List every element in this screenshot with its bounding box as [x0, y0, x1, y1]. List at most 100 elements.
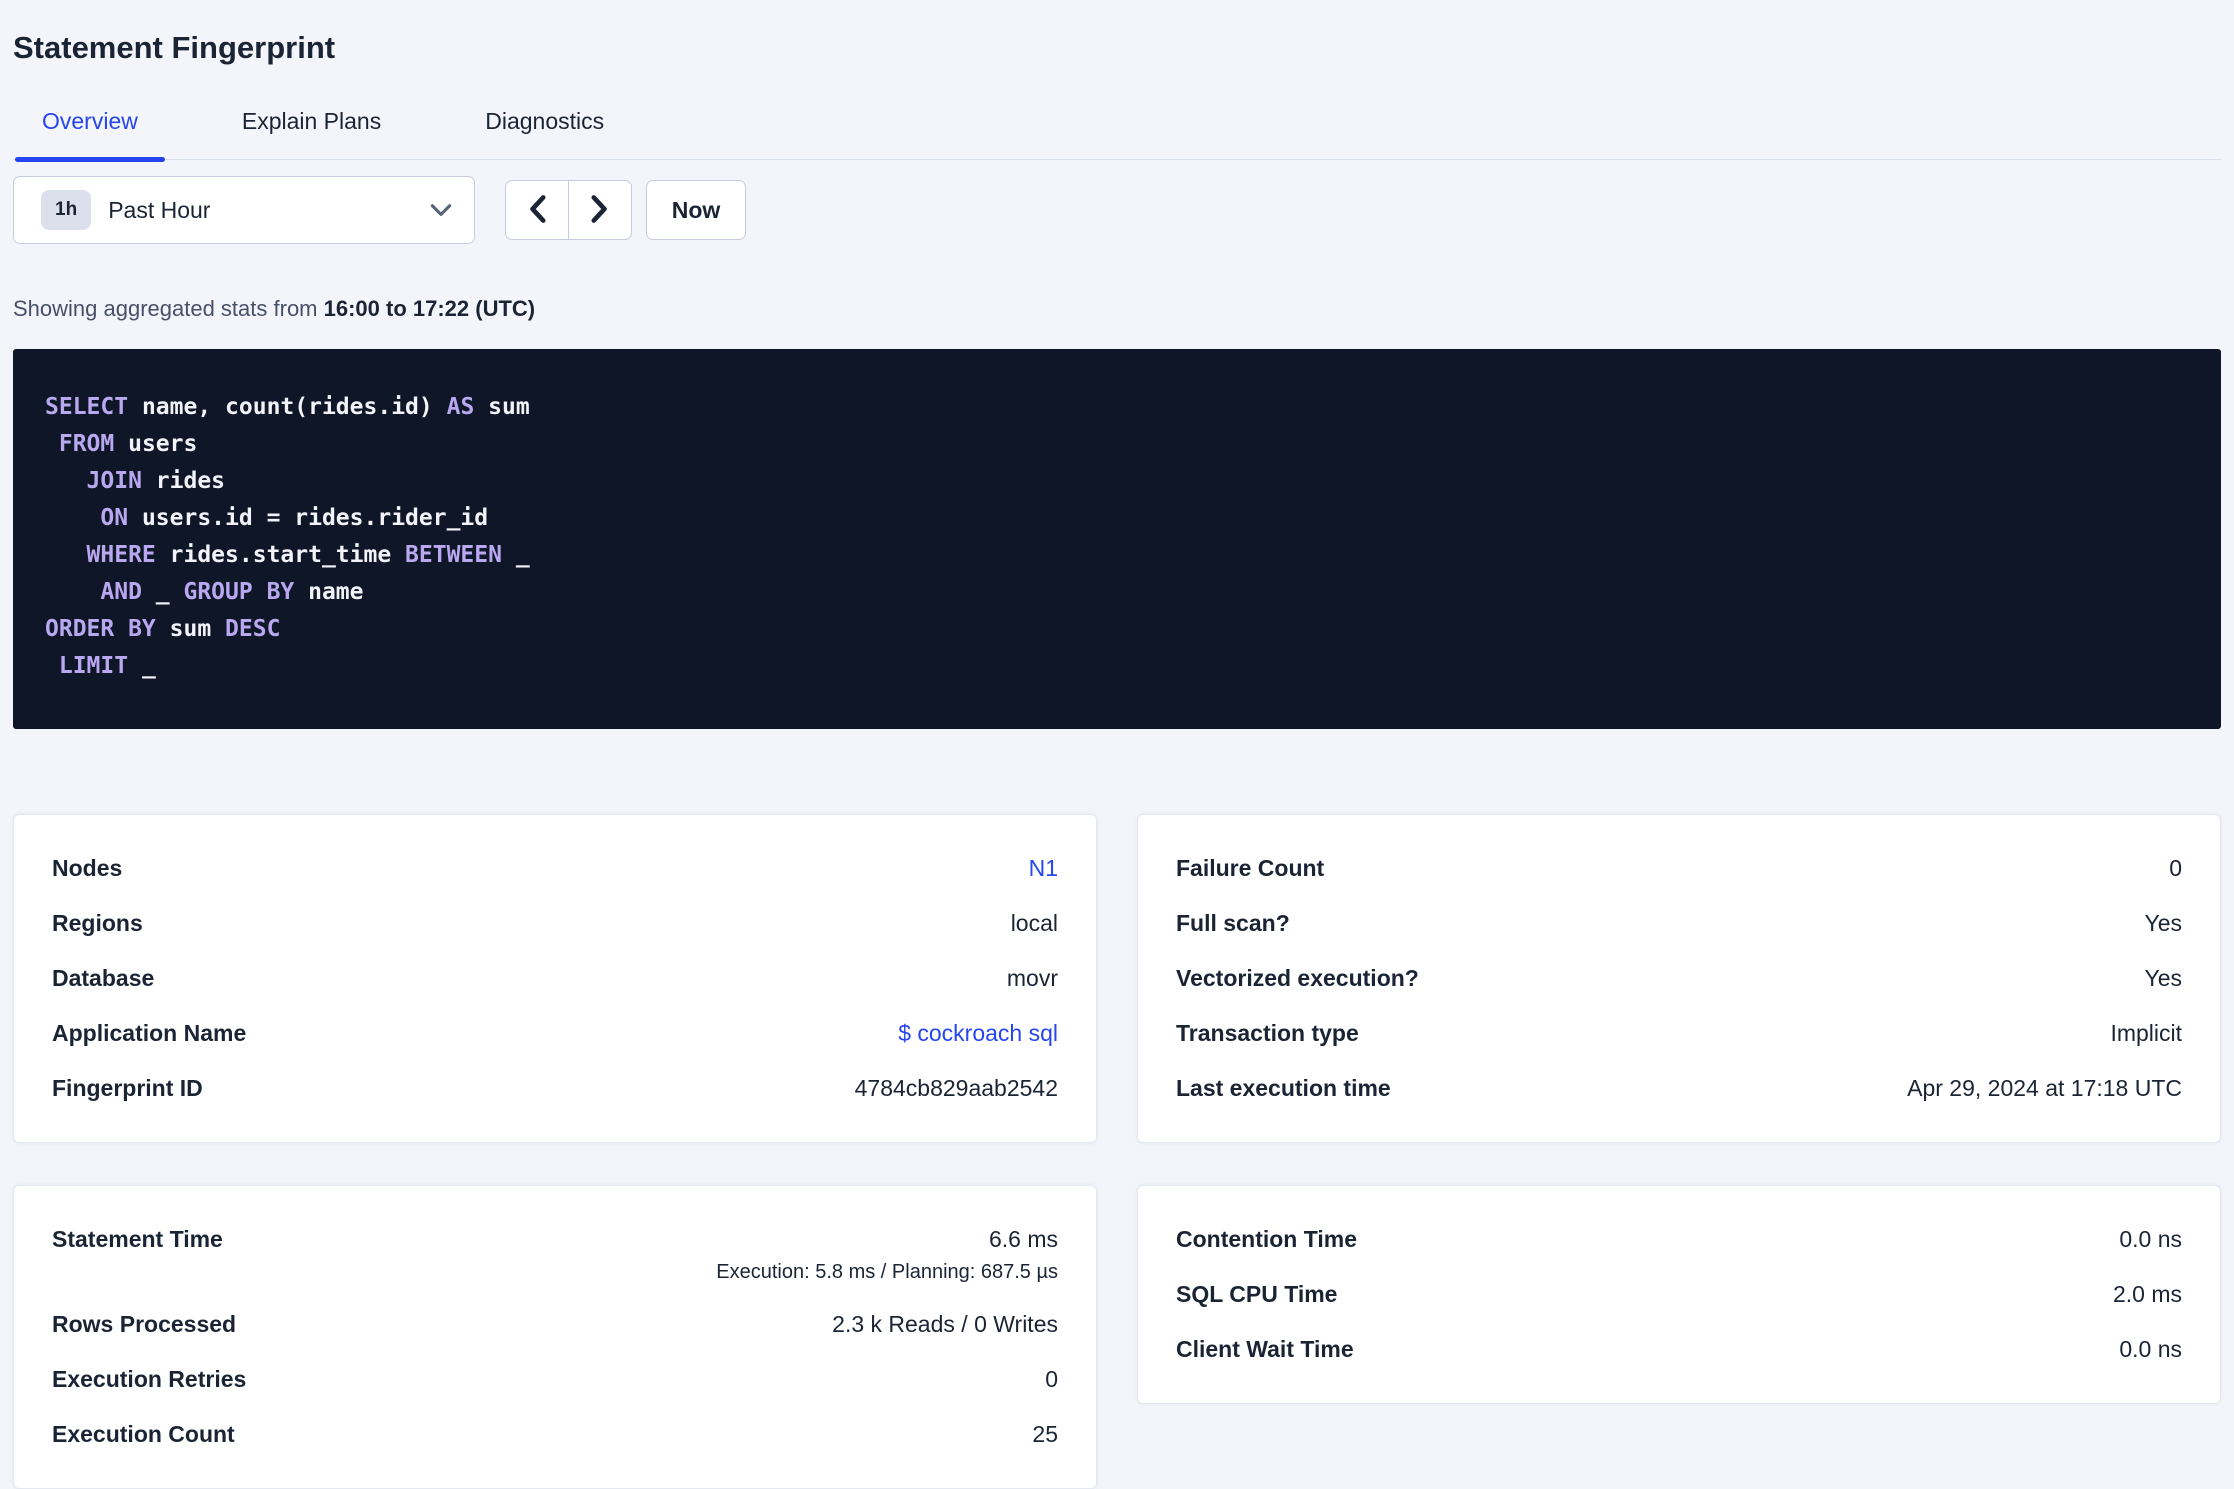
stat-row: Nodes N1: [52, 841, 1058, 896]
stat-label: Database: [52, 965, 155, 991]
stat-label: Last execution time: [1176, 1075, 1391, 1101]
stat-row: Contention Time 0.0 ns: [1176, 1212, 2182, 1267]
stat-value: 0: [2169, 855, 2182, 881]
sql-code-line: ORDER BY sum DESC: [45, 616, 281, 642]
stat-value-wrap: $ cockroach sql: [898, 1020, 1058, 1047]
time-range-select[interactable]: 1h Past Hour: [13, 176, 475, 244]
stat-value: Yes: [2144, 910, 2182, 936]
stat-label: Nodes: [52, 855, 123, 881]
sql-code-line: AND _ GROUP BY name: [100, 579, 364, 605]
caption-prefix: Showing aggregated stats from: [13, 296, 324, 321]
stat-value: 25: [1032, 1421, 1058, 1447]
stat-value: movr: [1006, 965, 1058, 991]
stat-value-wrap: 4784cb829aab2542: [855, 1075, 1058, 1102]
stat-label: Execution Retries: [52, 1366, 247, 1392]
chevron-right-icon: [588, 193, 612, 228]
stat-value-wrap: Implicit: [2110, 1020, 2182, 1047]
sql-code-line: WHERE rides.start_time BETWEEN _: [86, 542, 530, 568]
time-range-label: Past Hour: [108, 196, 211, 223]
stat-label: Fingerprint ID: [52, 1075, 203, 1101]
stat-value-wrap: 6.6 ms Execution: 5.8 ms / Planning: 687.…: [716, 1226, 1058, 1284]
page-title: Statement Fingerprint: [13, 30, 336, 65]
stat-label: Regions: [52, 910, 143, 936]
stats-grid: Nodes N1 Regions local Database movr Applicati…: [13, 814, 2221, 1489]
stat-value-link[interactable]: N1: [1029, 855, 1058, 881]
time-range-badge: 1h: [41, 190, 92, 230]
card-overview-details: Nodes N1 Regions local Database movr Applicati…: [13, 814, 1097, 1143]
stat-row: Database movr: [52, 951, 1058, 1006]
stat-label: Full scan?: [1176, 910, 1290, 936]
stat-value: Apr 29, 2024 at 17:18 UTC: [1907, 1075, 2182, 1101]
time-step-group: [505, 180, 632, 240]
stat-value-wrap: movr: [1007, 965, 1058, 992]
stat-value-link[interactable]: $ cockroach sql: [898, 1020, 1058, 1046]
stat-row: Fingerprint ID 4784cb829aab2542: [52, 1061, 1058, 1116]
stat-row: SQL CPU Time 2.0 ms: [1176, 1267, 2182, 1322]
stat-label: Vectorized execution?: [1176, 965, 1419, 991]
stat-value: 0: [1045, 1366, 1058, 1392]
card-statement-times: Statement Time 6.6 ms Execution: 5.8 ms / …: [13, 1185, 1097, 1489]
stat-row: Execution Count 25: [52, 1407, 1058, 1462]
now-button[interactable]: Now: [646, 180, 746, 240]
statement-fingerprint-page: Statement Fingerprint Overview Explain Pl…: [0, 28, 2234, 1489]
stat-label: SQL CPU Time: [1176, 1281, 1338, 1307]
stat-value-wrap: Yes: [2144, 965, 2182, 992]
stat-label: Contention Time: [1176, 1226, 1358, 1252]
stat-row: Full scan? Yes: [1176, 896, 2182, 951]
stat-value: Implicit: [2110, 1020, 2182, 1046]
chevron-left-icon: [525, 193, 549, 228]
stat-value-wrap: 0.0 ns: [2119, 1336, 2182, 1363]
stat-value: 2.0 ms: [2112, 1281, 2182, 1307]
stat-label: Statement Time: [52, 1226, 223, 1252]
stat-value: 6.6 ms: [988, 1226, 1058, 1252]
stat-value-wrap: 0: [2169, 855, 2182, 882]
stat-label: Client Wait Time: [1176, 1336, 1354, 1362]
stat-value: 4784cb829aab2542: [854, 1075, 1058, 1101]
stat-value: local: [1010, 910, 1058, 936]
stat-row: Statement Time 6.6 ms Execution: 5.8 ms / …: [52, 1212, 1058, 1297]
card-execution-attributes: Failure Count 0 Full scan? Yes Vectorized ex…: [1137, 814, 2221, 1143]
stat-value-wrap: 2.0 ms: [2113, 1281, 2182, 1308]
stat-value: Yes: [2144, 965, 2182, 991]
stat-value-wrap: Yes: [2144, 910, 2182, 937]
aggregated-stats-caption: Showing aggregated stats from 16:00 to 1…: [13, 296, 2221, 322]
stat-row: Execution Retries 0: [52, 1352, 1058, 1407]
stat-value-wrap: 25: [1032, 1421, 1058, 1448]
stat-row: Failure Count 0: [1176, 841, 2182, 896]
stat-subvalue: Execution: 5.8 ms / Planning: 687.5 µs: [716, 1261, 1058, 1283]
stat-value: 0.0 ns: [2119, 1336, 2182, 1362]
sql-code-line: LIMIT _: [58, 653, 156, 679]
stat-label: Execution Count: [52, 1421, 235, 1447]
sql-code-line: FROM users: [58, 431, 198, 457]
sql-code-line: ON users.id = rides.rider_id: [100, 505, 489, 531]
sql-statement-box: SELECT name, count(rides.id) AS sum FROM…: [13, 349, 2221, 729]
chevron-down-icon: [430, 203, 452, 218]
stat-label: Application Name: [52, 1020, 247, 1046]
card-wait-times: Contention Time 0.0 ns SQL CPU Time 2.0 ms C…: [1137, 1185, 2221, 1404]
tab-overview[interactable]: Overview: [15, 94, 165, 162]
stat-label: Transaction type: [1176, 1020, 1359, 1046]
stat-value-wrap: 0.0 ns: [2119, 1226, 2182, 1253]
stat-value-wrap: Apr 29, 2024 at 17:18 UTC: [1907, 1075, 2182, 1102]
tab-bar: Overview Explain Plans Diagnostics: [13, 94, 2221, 162]
stat-value-wrap: N1: [1029, 855, 1058, 882]
prev-time-button[interactable]: [506, 181, 568, 239]
time-controls: 1h Past Hour Now: [13, 176, 2221, 244]
stat-label: Failure Count: [1176, 855, 1325, 881]
tab-diagnostics[interactable]: Diagnostics: [458, 94, 631, 159]
stat-row: Vectorized execution? Yes: [1176, 951, 2182, 1006]
stat-value: 2.3 k Reads / 0 Writes: [832, 1311, 1058, 1337]
stat-row: Regions local: [52, 896, 1058, 951]
stat-value-wrap: 2.3 k Reads / 0 Writes: [832, 1311, 1058, 1338]
stat-row: Client Wait Time 0.0 ns: [1176, 1322, 2182, 1377]
stat-row: Last execution time Apr 29, 2024 at 17:18…: [1176, 1061, 2182, 1116]
sql-code-line: JOIN rides: [86, 468, 226, 494]
stat-row: Rows Processed 2.3 k Reads / 0 Writes: [52, 1297, 1058, 1352]
stat-row: Transaction type Implicit: [1176, 1006, 2182, 1061]
stat-label: Rows Processed: [52, 1311, 237, 1337]
sql-code-line: SELECT name, count(rides.id) AS sum: [45, 394, 530, 420]
stat-row: Application Name $ cockroach sql: [52, 1006, 1058, 1061]
stat-value: 0.0 ns: [2119, 1226, 2182, 1252]
tab-explain-plans[interactable]: Explain Plans: [215, 94, 408, 159]
next-time-button[interactable]: [568, 181, 631, 239]
